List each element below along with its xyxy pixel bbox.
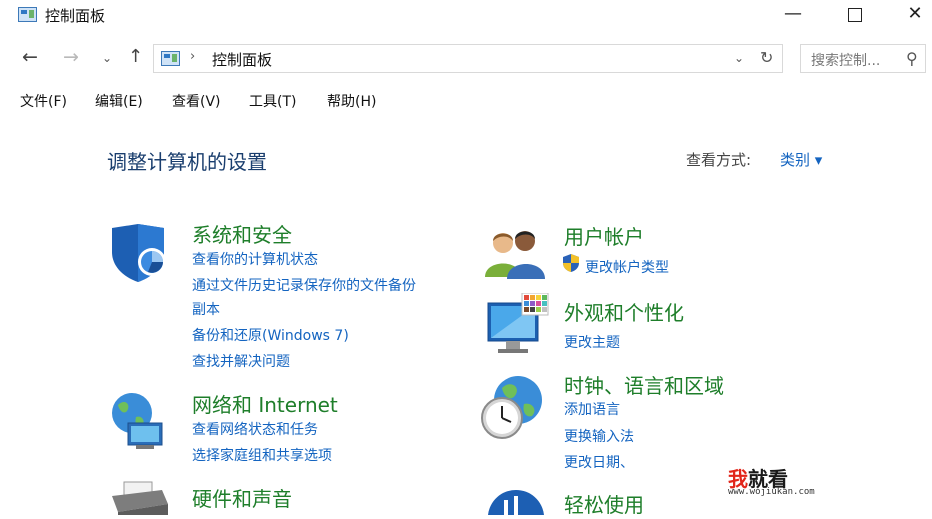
user-accounts-icon[interactable] bbox=[485, 225, 547, 285]
navigation-bar: ← → ⌄ ↑ › 控制面板 ⌄ ↻ 搜索控制... ⚲ bbox=[0, 42, 932, 76]
search-icon[interactable]: ⚲ bbox=[906, 49, 918, 68]
recent-locations-button[interactable]: ⌄ bbox=[102, 51, 112, 65]
category-hardware-sound[interactable]: 硬件和声音 bbox=[192, 483, 292, 512]
forward-button[interactable]: → bbox=[63, 46, 79, 68]
category-ease-of-access[interactable]: 轻松使用 bbox=[564, 489, 644, 518]
link-add-language[interactable]: 添加语言 bbox=[564, 399, 620, 419]
category-network-internet[interactable]: 网络和 Internet bbox=[192, 389, 338, 418]
up-button[interactable]: ↑ bbox=[128, 46, 143, 67]
refresh-button[interactable]: ↻ bbox=[760, 48, 773, 67]
category-clock-language-region[interactable]: 时钟、语言和区域 bbox=[564, 370, 724, 399]
category-appearance[interactable]: 外观和个性化 bbox=[564, 297, 684, 326]
menu-help[interactable]: 帮助(H) bbox=[327, 91, 376, 111]
watermark-url: www.wojiukan.com bbox=[728, 487, 815, 497]
view-by-label: 查看方式: bbox=[686, 151, 752, 169]
menu-tools[interactable]: 工具(T) bbox=[249, 91, 296, 111]
control-panel-icon bbox=[161, 51, 180, 66]
window-title: 控制面板 bbox=[45, 7, 106, 25]
shield-icon[interactable] bbox=[108, 222, 174, 288]
link-backup-restore[interactable]: 备份和还原(Windows 7) bbox=[192, 325, 349, 345]
breadcrumb-control-panel[interactable]: 控制面板 bbox=[212, 49, 272, 70]
link-change-theme[interactable]: 更改主题 bbox=[564, 332, 620, 352]
clock-globe-icon[interactable] bbox=[480, 374, 546, 446]
search-input[interactable]: 搜索控制... ⚲ bbox=[800, 44, 926, 73]
link-view-computer-status[interactable]: 查看你的计算机状态 bbox=[192, 249, 318, 269]
address-bar[interactable]: › 控制面板 ⌄ ↻ bbox=[153, 44, 783, 73]
link-network-status[interactable]: 查看网络状态和任务 bbox=[192, 419, 318, 439]
link-file-history-backup[interactable]: 通过文件历史记录保存你的文件备份 bbox=[192, 275, 416, 295]
maximize-icon bbox=[848, 8, 862, 22]
uac-shield-icon bbox=[563, 254, 579, 276]
menu-view[interactable]: 查看(V) bbox=[172, 91, 221, 111]
search-placeholder: 搜索控制... bbox=[811, 53, 881, 69]
monitor-palette-icon[interactable] bbox=[486, 292, 550, 363]
link-file-history-backup-cont[interactable]: 副本 bbox=[192, 299, 220, 319]
link-change-account-type[interactable]: 更改帐户类型 bbox=[585, 257, 669, 277]
control-panel-icon bbox=[18, 7, 37, 22]
category-system-security[interactable]: 系统和安全 bbox=[192, 219, 292, 248]
address-dropdown-button[interactable]: ⌄ bbox=[734, 51, 744, 65]
page-title: 调整计算机的设置 bbox=[107, 150, 267, 174]
network-globe-icon[interactable] bbox=[106, 389, 170, 457]
back-button[interactable]: ← bbox=[22, 46, 38, 68]
ease-of-access-icon[interactable] bbox=[486, 488, 546, 519]
menu-file[interactable]: 文件(F) bbox=[20, 91, 67, 111]
link-change-input-method[interactable]: 更换输入法 bbox=[564, 426, 634, 446]
breadcrumb-separator[interactable]: › bbox=[190, 49, 195, 64]
maximize-button[interactable] bbox=[832, 0, 878, 30]
link-change-date[interactable]: 更改日期、 bbox=[564, 452, 634, 472]
printer-icon[interactable] bbox=[110, 480, 170, 519]
menu-edit[interactable]: 编辑(E) bbox=[95, 91, 143, 111]
menu-bar: 文件(F) 编辑(E) 查看(V) 工具(T) 帮助(H) bbox=[0, 88, 932, 114]
title-bar: 控制面板 — ✕ bbox=[0, 0, 932, 32]
link-troubleshoot[interactable]: 查找并解决问题 bbox=[192, 351, 290, 371]
category-user-accounts[interactable]: 用户帐户 bbox=[564, 221, 644, 250]
view-by-dropdown[interactable]: 类别 ▾ bbox=[780, 149, 822, 170]
close-button[interactable]: ✕ bbox=[892, 0, 932, 30]
minimize-button[interactable]: — bbox=[770, 0, 816, 30]
link-homegroup-sharing[interactable]: 选择家庭组和共享选项 bbox=[192, 445, 332, 465]
